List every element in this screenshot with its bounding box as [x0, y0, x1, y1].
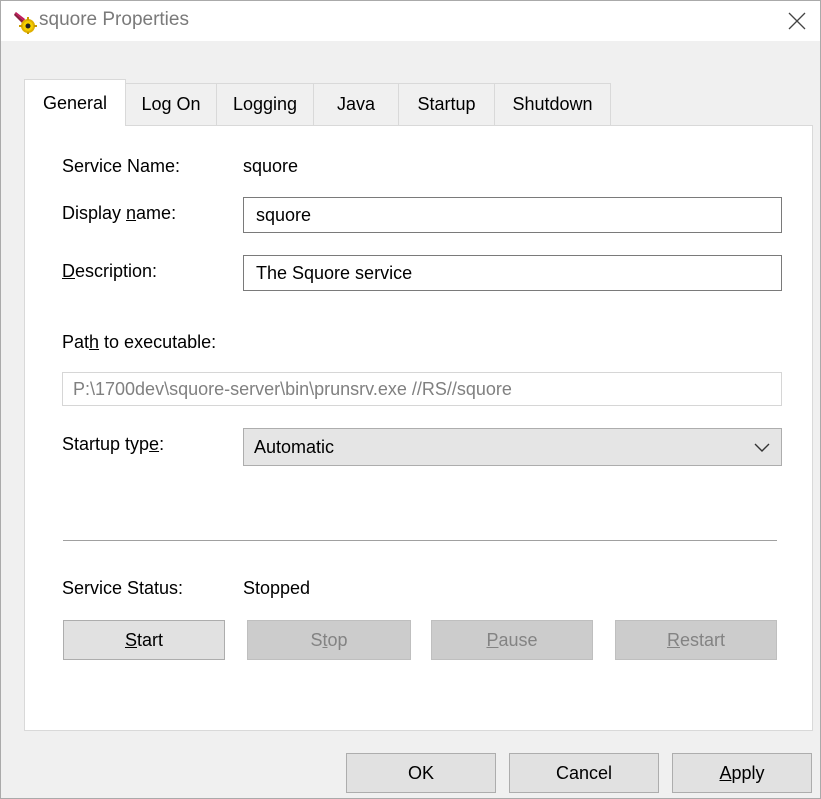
service-name-value: squore: [243, 156, 299, 176]
restart-button[interactable]: Restart: [615, 620, 777, 660]
separator: [63, 540, 777, 541]
tab-shutdown[interactable]: Shutdown: [494, 83, 611, 125]
chevron-down-icon: [754, 443, 770, 452]
tab-logging[interactable]: Logging: [216, 83, 314, 125]
tab-label: Log On: [141, 94, 201, 114]
tab-label: General: [42, 92, 108, 113]
pause-button[interactable]: Pause: [431, 620, 593, 660]
description-field[interactable]: The Squore service: [243, 255, 782, 291]
ok-button[interactable]: OK: [346, 753, 496, 793]
tab-label: Java: [336, 94, 376, 114]
close-button[interactable]: [774, 1, 820, 41]
path-label: Path to executable:: [62, 332, 217, 352]
tab-label: Logging: [232, 94, 298, 114]
tab-log-on[interactable]: Log On: [125, 83, 217, 125]
display-name-label: Display name:: [62, 203, 177, 223]
tab-label: Shutdown: [512, 94, 593, 114]
service-status-value: Stopped: [243, 578, 311, 598]
tab-general[interactable]: General: [24, 79, 126, 126]
properties-dialog: squore Properties General Log On Logging…: [0, 0, 821, 799]
general-panel: Service Name: squore Display name: squor…: [24, 125, 813, 731]
tab-label: Startup: [417, 94, 476, 114]
apply-button[interactable]: Apply: [672, 753, 812, 793]
startup-type-select[interactable]: Automatic: [243, 428, 782, 466]
display-name-field[interactable]: squore: [243, 197, 782, 233]
cancel-button[interactable]: Cancel: [509, 753, 659, 793]
description-value: The Squore service: [256, 262, 413, 283]
stop-button[interactable]: St op: [247, 620, 411, 660]
service-name-label: Service Name:: [62, 156, 181, 176]
startup-type-label: Startup type:: [62, 434, 165, 454]
start-button[interactable]: Start: [63, 620, 225, 660]
description-label: Description:: [62, 261, 158, 281]
close-icon: [788, 12, 806, 30]
service-gear-icon: [14, 12, 37, 34]
display-name-value: squore: [256, 204, 312, 225]
title-bar[interactable]: squore Properties: [1, 1, 820, 41]
tab-java[interactable]: Java: [313, 83, 399, 125]
startup-type-value: Automatic: [254, 436, 335, 457]
path-value: P:\1700dev\squore-server\bin\prunsrv.exe…: [73, 378, 512, 399]
path-field[interactable]: P:\1700dev\squore-server\bin\prunsrv.exe…: [62, 372, 782, 406]
service-status-label: Service Status:: [62, 578, 184, 598]
tab-startup[interactable]: Startup: [398, 83, 495, 125]
window-title: squore Properties: [39, 9, 189, 30]
